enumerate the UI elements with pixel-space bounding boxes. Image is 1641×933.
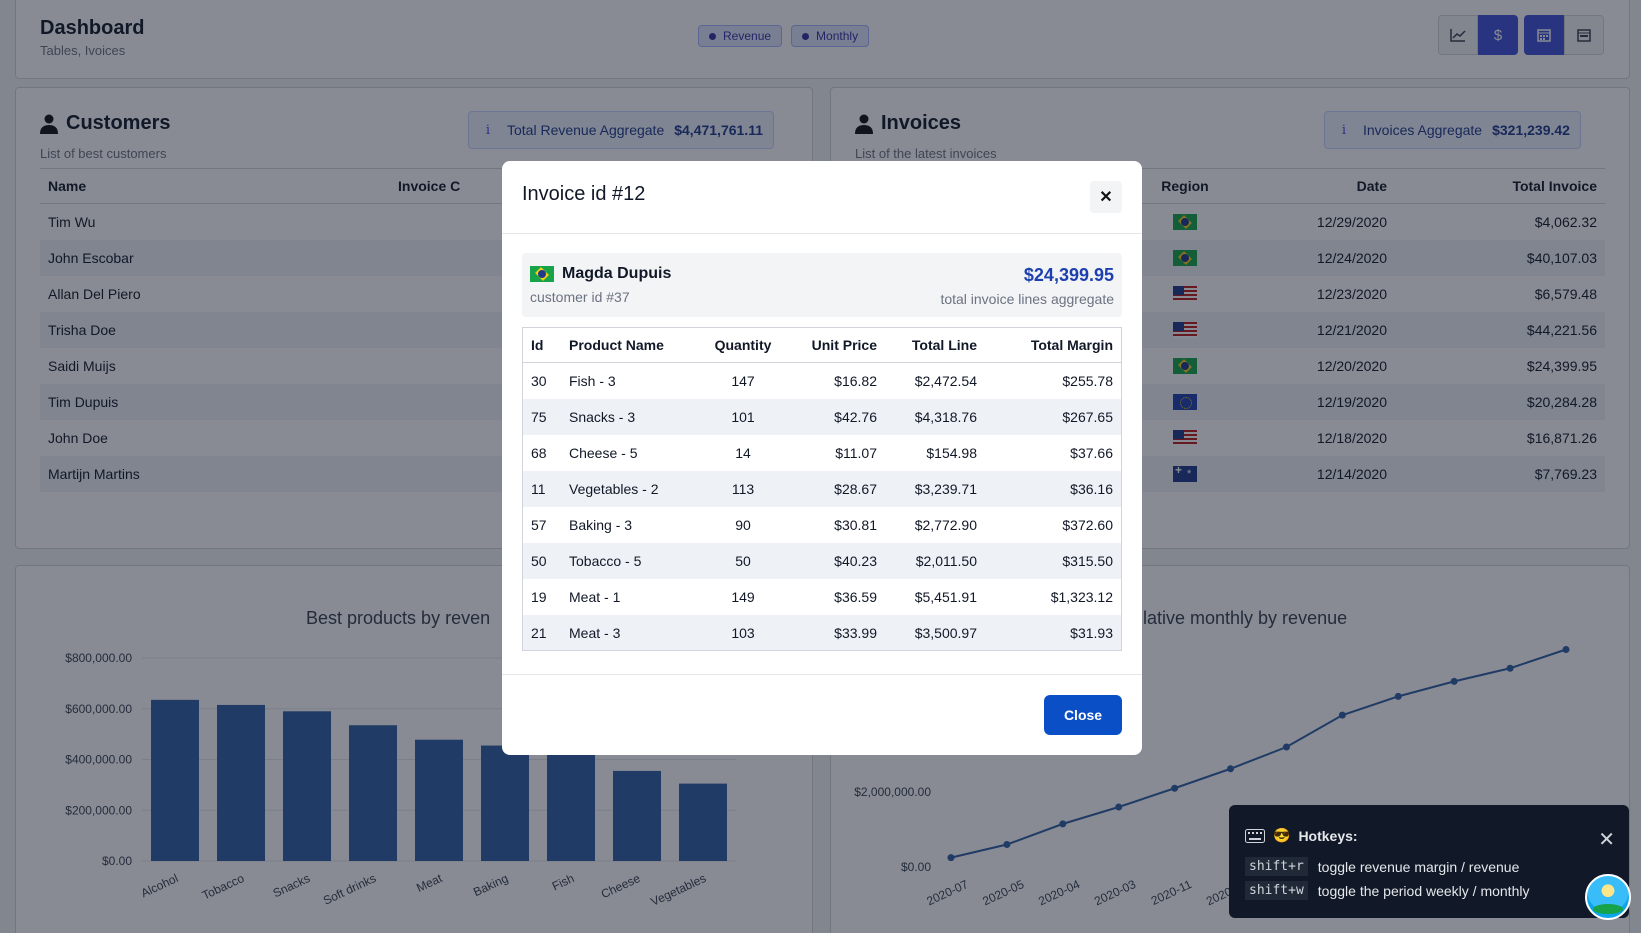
- hotkey-desc: toggle the period weekly / monthly: [1317, 882, 1530, 899]
- invoice-amount-label: total invoice lines aggregate: [940, 291, 1114, 307]
- sunglasses-emoji-icon: 😎: [1273, 827, 1291, 843]
- table-row[interactable]: 68 Cheese - 5 14 $11.07 $154.98 $37.66: [523, 435, 1121, 471]
- close-icon[interactable]: ✕: [1598, 827, 1615, 852]
- table-row[interactable]: 75 Snacks - 3 101 $42.76 $4,318.76 $267.65: [523, 398, 1121, 435]
- table-row[interactable]: 50 Tobacco - 5 50 $40.23 $2,011.50 $315.50: [523, 542, 1121, 579]
- customer-name: Magda Dupuis: [562, 265, 672, 282]
- customer-summary: Magda Dupuis customer id #37 $24,399.95 …: [522, 253, 1122, 317]
- customer-id: customer id #37: [530, 289, 630, 305]
- col-total-margin[interactable]: Total Margin: [985, 328, 1121, 363]
- hotkeys-toast: 😎 Hotkeys: ✕ shift+r toggle revenue marg…: [1229, 805, 1629, 918]
- invoice-modal: Invoice id #12 ✕ Magda Dupuis customer i…: [502, 161, 1142, 755]
- avatar[interactable]: [1585, 874, 1631, 920]
- col-total-line[interactable]: Total Line: [885, 328, 985, 363]
- invoice-lines-table: Id Product Name Quantity Unit Price Tota…: [522, 327, 1122, 651]
- close-button[interactable]: Close: [1044, 695, 1122, 735]
- divider: [502, 233, 1142, 234]
- table-row[interactable]: 57 Baking - 3 90 $30.81 $2,772.90 $372.60: [523, 507, 1121, 543]
- divider: [502, 674, 1142, 675]
- hotkey-key: shift+w: [1245, 881, 1308, 900]
- hotkeys-title: Hotkeys:: [1298, 827, 1358, 844]
- table-row[interactable]: 11 Vegetables - 2 113 $28.67 $3,239.71 $36.16: [523, 470, 1121, 507]
- hotkey-row: shift+w toggle the period weekly / month…: [1245, 881, 1529, 900]
- hotkey-desc: toggle revenue margin / revenue: [1317, 858, 1520, 875]
- col-product-name[interactable]: Product Name: [561, 328, 701, 363]
- invoice-amount: $24,399.95: [1023, 265, 1114, 285]
- modal-title: Invoice id #12: [522, 183, 646, 205]
- col-quantity[interactable]: Quantity: [701, 328, 785, 363]
- table-row[interactable]: 21 Meat - 3 103 $33.99 $3,500.97 $31.93: [523, 614, 1121, 650]
- col-unit-price[interactable]: Unit Price: [785, 328, 885, 363]
- table-row[interactable]: 19 Meat - 1 149 $36.59 $5,451.91 $1,323.12: [523, 579, 1121, 615]
- close-icon[interactable]: ✕: [1090, 181, 1122, 213]
- hotkey-row: shift+r toggle revenue margin / revenue: [1245, 857, 1519, 876]
- table-row[interactable]: 30 Fish - 3 147 $16.82 $2,472.54 $255.78: [523, 363, 1121, 399]
- brazil-flag-icon: [530, 266, 554, 282]
- hotkey-key: shift+r: [1245, 857, 1308, 876]
- keyboard-icon: [1245, 828, 1265, 843]
- col-id[interactable]: Id: [523, 328, 561, 363]
